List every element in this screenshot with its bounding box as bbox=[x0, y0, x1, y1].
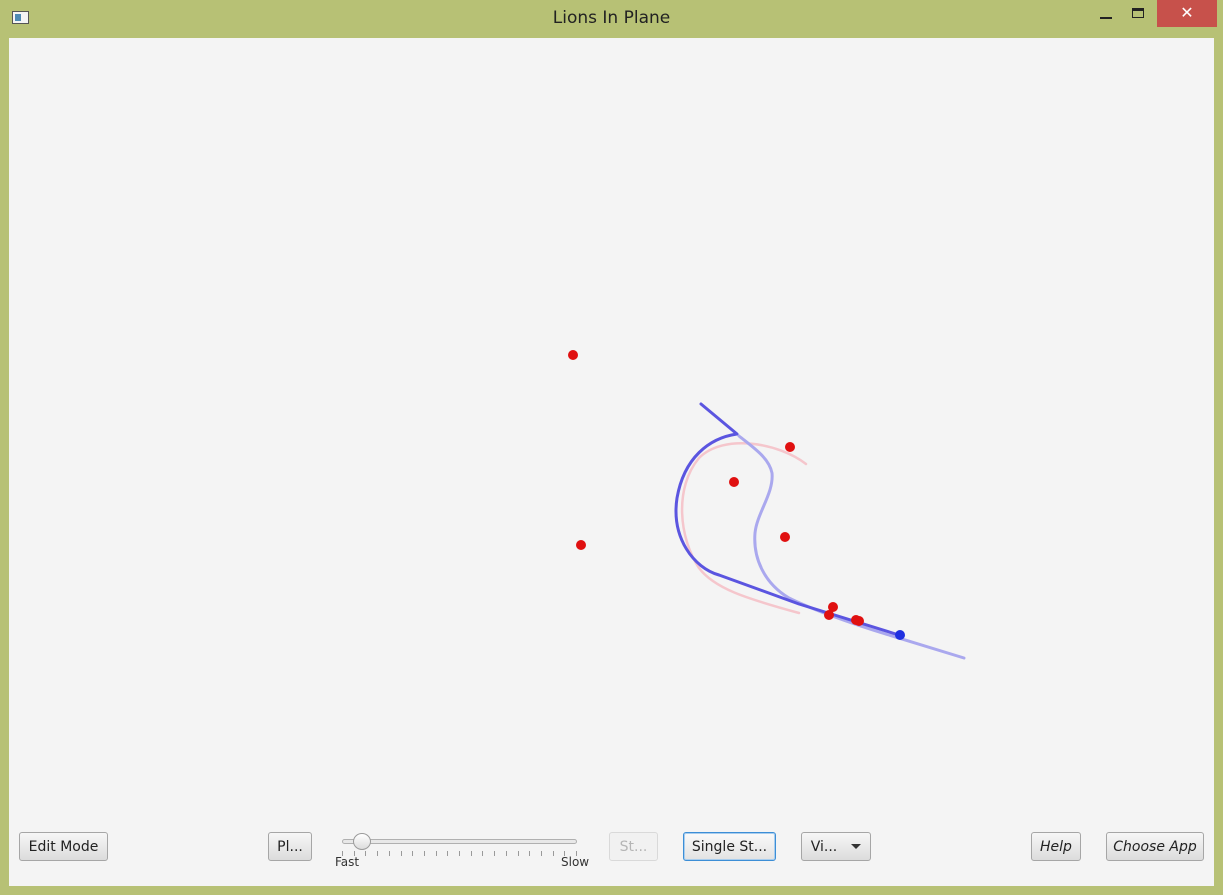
slider-tick bbox=[388, 851, 390, 856]
play-button[interactable]: Pl... bbox=[268, 832, 312, 861]
faint-pursuit-path bbox=[680, 441, 808, 615]
slider-tick bbox=[540, 851, 542, 856]
slider-tick bbox=[365, 851, 367, 856]
slider-track[interactable] bbox=[342, 839, 577, 844]
minimize-icon[interactable] bbox=[1094, 0, 1120, 28]
window-title: Lions In Plane bbox=[552, 8, 671, 28]
slider-thumb[interactable] bbox=[352, 833, 371, 850]
lion-marker bbox=[729, 477, 739, 487]
simulation-canvas[interactable] bbox=[9, 38, 1214, 823]
stop-button[interactable]: St... bbox=[609, 832, 658, 861]
lion-marker bbox=[785, 442, 795, 452]
slider-ticks bbox=[342, 851, 578, 857]
speed-slow-label: Slow bbox=[561, 855, 590, 869]
lion-marker bbox=[568, 350, 578, 360]
slider-tick bbox=[447, 851, 449, 856]
edit-mode-button[interactable]: Edit Mode bbox=[19, 832, 108, 861]
slider-tick bbox=[494, 851, 496, 856]
slider-tick bbox=[412, 851, 414, 856]
lion-marker bbox=[824, 610, 834, 620]
choose-app-button[interactable]: Choose App bbox=[1106, 832, 1204, 861]
help-button[interactable]: Help bbox=[1031, 832, 1081, 861]
slider-tick bbox=[517, 851, 519, 856]
maximize-icon[interactable] bbox=[1126, 0, 1152, 28]
slider-tick bbox=[400, 851, 402, 856]
slider-tick bbox=[505, 851, 507, 856]
speed-slider[interactable]: Fast Slow bbox=[335, 833, 589, 873]
lion-marker bbox=[576, 540, 586, 550]
slider-tick bbox=[459, 851, 460, 856]
slider-tick bbox=[377, 851, 379, 856]
secondary-man-path bbox=[737, 434, 966, 660]
primary-man-path bbox=[674, 402, 901, 637]
chevron-down-icon bbox=[851, 844, 862, 849]
slider-tick bbox=[529, 851, 531, 856]
title-bar: Lions In Plane ✕ bbox=[0, 0, 1223, 38]
speed-fast-label: Fast bbox=[335, 855, 360, 869]
slider-tick bbox=[552, 851, 554, 856]
slider-tick bbox=[482, 851, 484, 856]
slider-tick bbox=[423, 851, 425, 856]
slider-tick bbox=[470, 851, 472, 856]
slider-tick bbox=[435, 851, 437, 856]
main-content: Edit Mode Pl... Fast Slow St... Single S… bbox=[9, 38, 1214, 886]
close-icon[interactable]: ✕ bbox=[1157, 0, 1217, 27]
lion-marker bbox=[854, 616, 864, 626]
view-dropdown-label: Vi... bbox=[810, 838, 838, 855]
single-step-button[interactable]: Single St... bbox=[683, 832, 776, 861]
lion-marker bbox=[780, 532, 790, 542]
view-dropdown[interactable]: Vi... bbox=[801, 832, 871, 861]
man-marker bbox=[895, 630, 905, 640]
